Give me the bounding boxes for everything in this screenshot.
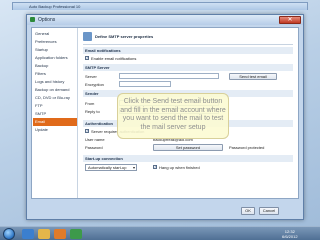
- encryption-label: Encryption: [85, 82, 104, 87]
- hangup-checkbox[interactable]: [153, 164, 157, 169]
- nav-item-preferences[interactable]: Preferences: [33, 38, 77, 46]
- nav-item-filters[interactable]: Filters: [33, 70, 77, 78]
- media-player-icon[interactable]: [54, 229, 66, 239]
- requires-auth-checkbox[interactable]: [85, 128, 89, 133]
- nav-item-backup-on-demand[interactable]: Backup on demand: [33, 86, 77, 94]
- folder-icon[interactable]: [38, 229, 50, 239]
- instruction-tooltip: Click the Send test email button and fil…: [117, 93, 229, 139]
- encryption-select[interactable]: [119, 81, 171, 87]
- nav-item-smtp[interactable]: SMTP: [33, 110, 77, 118]
- options-nav: General Preferences Startup Application …: [32, 28, 78, 198]
- internet-explorer-icon[interactable]: [22, 229, 34, 239]
- server-label: Server: [85, 74, 97, 79]
- background-window-title: Auto Backup Professional 10: [29, 4, 81, 9]
- system-clock[interactable]: 12:32 6/6/2012: [282, 229, 298, 239]
- close-button[interactable]: ✕: [279, 16, 301, 24]
- clock-date: 6/6/2012: [282, 234, 298, 239]
- heading-divider: [83, 44, 293, 45]
- background-window[interactable]: Auto Backup Professional 10: [12, 2, 308, 10]
- nav-item-ftp[interactable]: FTP: [33, 102, 77, 110]
- from-label: From: [85, 101, 95, 106]
- server-input[interactable]: [119, 73, 219, 79]
- enable-notifications-label: Enable email notifications: [91, 55, 137, 61]
- start-button[interactable]: [3, 228, 15, 240]
- nav-item-startup[interactable]: Startup: [33, 46, 77, 54]
- section-email-notifications: Email notifications: [83, 47, 293, 54]
- nav-item-logs[interactable]: Logs and history: [33, 78, 77, 86]
- startup-mode-value: Automatically start-up: [88, 165, 127, 170]
- chevron-down-icon: ▾: [132, 165, 135, 170]
- nav-item-general[interactable]: General: [33, 30, 77, 38]
- hangup-label: Hang up when finished: [159, 164, 200, 170]
- dialog-titlebar[interactable]: Options ✕: [27, 15, 303, 25]
- dialog-title: Options: [38, 17, 56, 23]
- taskbar: 12:32 6/6/2012: [0, 226, 320, 240]
- reply-to-label: Reply to: [85, 109, 100, 114]
- nav-item-update[interactable]: Update: [33, 126, 77, 134]
- panel-heading: Define SMTP server properties: [95, 34, 154, 39]
- startup-mode-select[interactable]: Automatically start-up ▾: [85, 164, 137, 171]
- password-status: Password protected: [229, 145, 265, 150]
- app-icon: [30, 17, 35, 22]
- backup-app-icon[interactable]: [70, 229, 82, 239]
- cancel-button[interactable]: Cancel: [259, 207, 279, 215]
- section-startup-connection: Start-up connection: [83, 155, 293, 162]
- ok-button[interactable]: OK: [241, 207, 255, 215]
- username-label: User name: [85, 137, 105, 142]
- nav-item-application-folders[interactable]: Application folders: [33, 54, 77, 62]
- enable-notifications-checkbox[interactable]: [85, 55, 89, 60]
- nav-item-backup[interactable]: Backup: [33, 62, 77, 70]
- options-dialog: Options ✕ General Preferences Startup Ap…: [26, 14, 304, 220]
- password-label: Password: [85, 145, 103, 150]
- email-settings-icon: [83, 32, 92, 41]
- send-test-email-button[interactable]: Send test email: [229, 72, 277, 80]
- set-password-button[interactable]: Set password: [153, 143, 223, 151]
- nav-item-email[interactable]: Email: [33, 118, 77, 126]
- section-smtp-server: SMTP Server: [83, 64, 293, 71]
- nav-item-cd-dvd[interactable]: CD, DVD or Blu-ray: [33, 94, 77, 102]
